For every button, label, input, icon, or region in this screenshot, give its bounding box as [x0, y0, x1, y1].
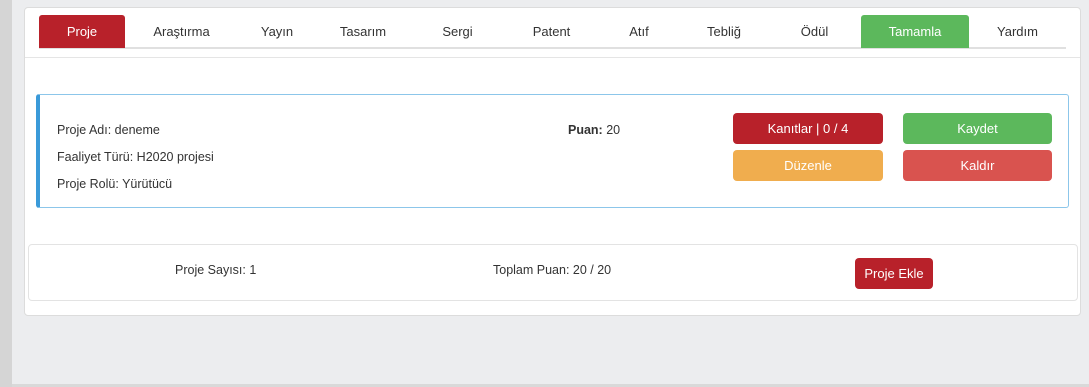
tab-odul[interactable]: Ödül — [768, 15, 861, 48]
tab-patent[interactable]: Patent — [505, 15, 598, 48]
tab-tasarim[interactable]: Tasarım — [316, 15, 410, 48]
tab-proje[interactable]: Proje — [39, 15, 125, 48]
project-score: Puan: 20 — [568, 123, 620, 137]
left-sidebar-strip — [0, 0, 12, 387]
save-button[interactable]: Kaydet — [903, 113, 1052, 144]
evidence-button[interactable]: Kanıtlar | 0 / 4 — [733, 113, 883, 144]
tab-atif[interactable]: Atıf — [598, 15, 680, 48]
tabs-divider — [25, 57, 1080, 58]
tab-teblig[interactable]: Tebliğ — [680, 15, 768, 48]
remove-button[interactable]: Kaldır — [903, 150, 1052, 181]
total-score: Toplam Puan: 20 / 20 — [493, 263, 612, 277]
project-role: Proje Rolü: Yürütücü — [57, 177, 173, 191]
project-count: Proje Sayısı: 1 — [175, 263, 257, 277]
edit-button[interactable]: Düzenle — [733, 150, 883, 181]
tab-yardim[interactable]: Yardım — [969, 15, 1066, 48]
add-project-button[interactable]: Proje Ekle — [855, 258, 933, 289]
summary-footer: Proje Sayısı: 1 Toplam Puan: 20 / 20 Pro… — [28, 244, 1078, 301]
score-value: 20 — [606, 123, 621, 137]
category-tabs: Proje Araştırma Yayın Tasarım Sergi Pate… — [39, 15, 1066, 49]
project-item-panel: Proje Adı: deneme Faaliyet Türü: H2020 p… — [36, 94, 1069, 208]
tab-tamamla[interactable]: Tamamla — [861, 15, 969, 48]
project-name: Proje Adı: deneme — [57, 123, 160, 137]
main-card: Proje Araştırma Yayın Tasarım Sergi Pate… — [24, 7, 1081, 316]
tab-yayin[interactable]: Yayın — [238, 15, 316, 48]
tab-sergi[interactable]: Sergi — [410, 15, 505, 48]
score-label: Puan: — [568, 123, 603, 137]
project-activity-type: Faaliyet Türü: H2020 projesi — [57, 150, 214, 164]
tab-arastirma[interactable]: Araştırma — [125, 15, 238, 48]
